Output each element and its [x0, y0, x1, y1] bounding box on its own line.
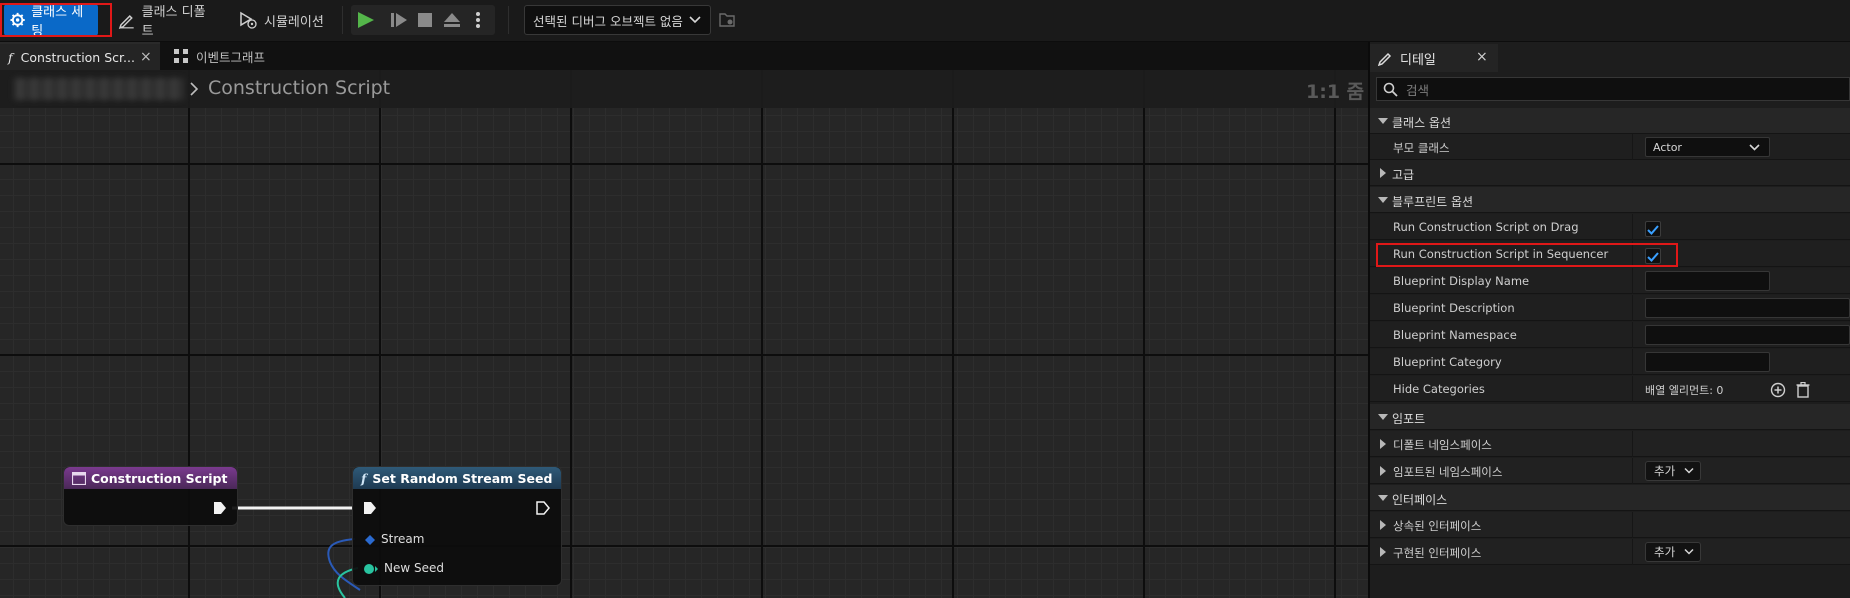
node-header: Construction Script [64, 467, 237, 489]
add-imported-namespace-button[interactable]: 추가 [1645, 461, 1701, 481]
category-blueprint-options[interactable]: 블루프린트 옵션 [1370, 187, 1850, 213]
node-title: Construction Script [91, 470, 228, 486]
exec-output-pin-icon[interactable] [536, 501, 550, 515]
category-label: 고급 [1392, 168, 1415, 182]
expand-arrow-icon [1380, 168, 1386, 178]
row-implemented-interfaces[interactable]: 구현된 인터페이스 [1370, 539, 1850, 565]
column-divider [1632, 268, 1633, 294]
stream-pin-icon[interactable] [365, 535, 375, 545]
chevron-down-icon [1684, 467, 1694, 474]
parent-class-value: Actor [1653, 140, 1682, 154]
expand-arrow-icon [1378, 414, 1388, 420]
column-divider [1632, 458, 1633, 484]
category-label: 블루프린트 옵션 [1392, 195, 1474, 209]
property-label: Hide Categories [1393, 382, 1485, 396]
parent-class-dropdown[interactable]: Actor [1645, 137, 1770, 157]
row-parent-class: 부모 클래스 [1370, 134, 1850, 160]
details-tab-label: 디테일 [1400, 52, 1436, 68]
expand-arrow-icon [1380, 439, 1386, 449]
add-interface-button[interactable]: 추가 [1645, 542, 1701, 562]
property-label: 구현된 인터페이스 [1393, 546, 1482, 560]
category-imports[interactable]: 임포트 [1370, 404, 1850, 430]
details-search-input[interactable]: 검색 [1376, 77, 1850, 101]
expand-arrow-icon [1378, 495, 1388, 501]
property-label: Blueprint Namespace [1393, 328, 1517, 342]
close-icon[interactable]: × [1476, 49, 1488, 65]
hide-categories-count: 배열 엘리먼트: 0 [1645, 384, 1724, 397]
blueprint-display-name-input[interactable] [1645, 271, 1770, 291]
expand-arrow-icon [1380, 466, 1386, 476]
add-label: 추가 [1654, 464, 1676, 478]
new-seed-pin-label: New Seed [384, 561, 444, 575]
details-tab[interactable]: 디테일 × [1370, 44, 1498, 72]
node-function-icon [72, 471, 86, 485]
node-title: Set Random Stream Seed [372, 470, 553, 486]
new-seed-pin-icon[interactable] [363, 563, 379, 575]
row-default-namespaces[interactable]: 디폴트 네임스페이스 [1370, 431, 1850, 457]
property-label: 디폴트 네임스페이스 [1393, 438, 1492, 452]
search-placeholder: 검색 [1406, 82, 1430, 98]
category-label: 임포트 [1392, 412, 1426, 426]
column-divider [1632, 431, 1633, 457]
trash-icon[interactable] [1796, 382, 1810, 398]
chevron-down-icon [1684, 548, 1694, 555]
category-label: 클래스 옵션 [1392, 116, 1452, 130]
category-class-options[interactable]: 클래스 옵션 [1370, 108, 1850, 134]
column-divider [1632, 214, 1633, 240]
expand-arrow-icon [1378, 197, 1388, 203]
run-on-drag-checkbox[interactable] [1645, 221, 1661, 237]
row-blueprint-category: Blueprint Category [1370, 349, 1850, 375]
expand-arrow-icon [1380, 520, 1386, 530]
column-divider [1632, 322, 1633, 348]
chevron-down-icon [1749, 144, 1760, 151]
add-element-icon[interactable] [1770, 382, 1786, 398]
highlight-box-run-in-sequencer [1376, 243, 1678, 267]
property-label: Blueprint Category [1393, 355, 1502, 369]
category-advanced[interactable]: 고급 [1370, 160, 1850, 186]
property-label: Run Construction Script on Drag [1393, 220, 1579, 234]
function-icon: f [361, 470, 367, 486]
construction-script-node[interactable]: Construction Script [63, 466, 238, 526]
blueprint-category-input[interactable] [1645, 352, 1770, 372]
column-divider [1632, 376, 1633, 402]
blueprint-namespace-input[interactable] [1645, 325, 1850, 345]
node-header: f Set Random Stream Seed [353, 467, 561, 489]
checkmark-icon [1647, 225, 1659, 235]
column-divider [1632, 134, 1633, 160]
pencil-icon [1378, 52, 1392, 66]
row-inherited-interfaces[interactable]: 상속된 인터페이스 [1370, 512, 1850, 538]
column-divider [1632, 349, 1633, 375]
stream-pin-label: Stream [381, 532, 425, 546]
column-divider [1632, 295, 1633, 321]
add-label: 추가 [1654, 545, 1676, 559]
row-imported-namespaces[interactable]: 임포트된 네임스페이스 [1370, 458, 1850, 484]
column-divider [1632, 539, 1633, 565]
exec-input-pin-icon[interactable] [363, 501, 377, 515]
exec-output-pin-icon[interactable] [213, 501, 227, 515]
property-label: 상속된 인터페이스 [1393, 519, 1482, 533]
column-divider [1632, 512, 1633, 538]
expand-arrow-icon [1380, 547, 1386, 557]
property-label: 임포트된 네임스페이스 [1393, 465, 1503, 479]
row-blueprint-display-name: Blueprint Display Name [1370, 268, 1850, 294]
property-label: Blueprint Description [1393, 301, 1515, 315]
category-label: 인터페이스 [1392, 493, 1448, 507]
blueprint-description-input[interactable] [1645, 298, 1850, 318]
row-run-on-drag: Run Construction Script on Drag [1370, 214, 1850, 240]
property-label: Blueprint Display Name [1393, 274, 1530, 288]
search-icon [1383, 82, 1398, 97]
expand-arrow-icon [1378, 118, 1388, 124]
set-random-stream-seed-node[interactable]: f Set Random Stream Seed Stream New Seed [352, 466, 562, 586]
category-interfaces[interactable]: 인터페이스 [1370, 485, 1850, 511]
property-label: 부모 클래스 [1393, 141, 1450, 155]
